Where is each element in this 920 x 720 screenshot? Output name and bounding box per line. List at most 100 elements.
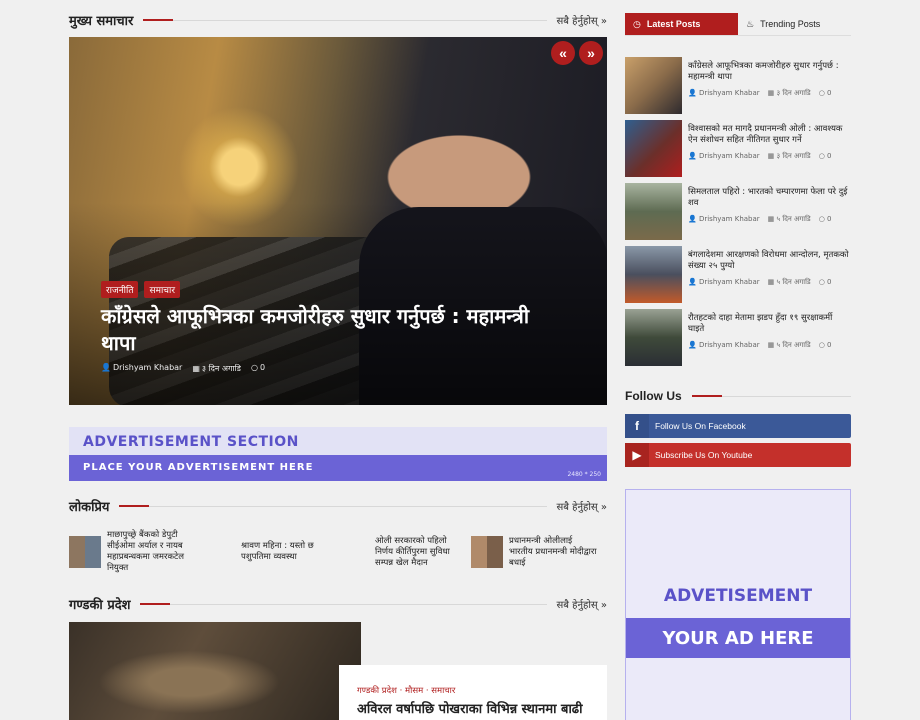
gandaki-categories[interactable]: गण्डकी प्रदेश · मौसम · समाचार	[357, 685, 589, 696]
popular-title: लोकप्रिय	[69, 500, 110, 515]
clock-icon: ◷	[633, 18, 641, 29]
tab-trending-posts[interactable]: ♨ Trending Posts	[738, 13, 851, 35]
calendar-icon: ▦	[767, 278, 775, 286]
popular-thumbnail[interactable]	[471, 536, 503, 568]
list-item[interactable]: विश्वासको मत मागदै प्रधानमन्त्री ओली : आ…	[625, 120, 851, 182]
chevron-right-icon: »	[600, 600, 607, 611]
calendar-icon: ▦	[767, 341, 775, 349]
ad-banner-title: ADVERTISEMENT SECTION	[69, 427, 607, 455]
main-news-view-all-link[interactable]: सबै हेर्नुहोस् »	[557, 13, 607, 27]
list-item[interactable]: बंगलादेशमा आरक्षणको विरोधमा आन्दोलन, मृत…	[625, 246, 851, 308]
comment-icon: ○	[250, 363, 258, 372]
calendar-icon: ▦	[767, 152, 775, 160]
user-icon: 👤	[688, 278, 697, 286]
post-thumbnail[interactable]	[625, 309, 682, 366]
section-divider	[691, 394, 851, 397]
latest-posts-list: काँग्रेसले आफूभित्रका कमजोरीहरु सुधार गर…	[625, 57, 851, 372]
hero-slider[interactable]: « » राजनीति समाचार काँग्रेसले आफूभित्रका…	[69, 37, 607, 405]
post-title[interactable]: विश्वासको मत मागदै प्रधानमन्त्री ओली : आ…	[688, 124, 851, 146]
comments-meta[interactable]: ○ 0	[251, 363, 265, 374]
popular-item[interactable]: प्रधानमन्त्री ओलीलाई भारतीय प्रधानमन्त्र…	[471, 522, 605, 582]
gandaki-header: गण्डकी प्रदेश सबै हेर्नुहोस् »	[69, 594, 607, 614]
sidebar-advertisement[interactable]: ADVETISEMENT YOUR AD HERE	[625, 489, 851, 720]
popular-view-all-link[interactable]: सबै हेर्नुहोस् »	[557, 499, 607, 513]
post-meta: 👤 Drishyam Khabar ▦ ५ दिन अगाडि ○ 0	[688, 278, 832, 286]
youtube-subscribe-button[interactable]: ▶ Subscribe Us On Youtube	[625, 443, 851, 467]
user-icon: 👤	[101, 363, 111, 372]
main-news-header: मुख्य समाचार सबै हेर्नुहोस् »	[69, 10, 607, 30]
section-divider	[143, 18, 547, 21]
user-icon: 👤	[688, 89, 697, 97]
popular-item[interactable]: माछापुच्छ्रे बैंकको डेपुटी सीईओमा अर्याल…	[69, 522, 203, 582]
ad-banner-size: 2480 * 250	[567, 471, 601, 478]
post-thumbnail[interactable]	[625, 120, 682, 177]
category-tag-news[interactable]: समाचार	[144, 281, 181, 298]
advertisement-banner[interactable]: ADVERTISEMENT SECTION PLACE YOUR ADVERTI…	[69, 427, 607, 481]
list-item[interactable]: काँग्रेसले आफूभित्रका कमजोरीहरु सुधार गर…	[625, 57, 851, 119]
follow-us-title: Follow Us	[625, 389, 682, 403]
popular-item[interactable]: श्रावण महिना : यस्तो छ पशुपतिमा व्यवस्था	[203, 522, 337, 582]
date-meta: ▦ ३ दिन अगाडि	[192, 364, 241, 373]
slider-prev-button[interactable]: «	[551, 41, 575, 65]
popular-thumbnail[interactable]	[69, 536, 101, 568]
gandaki-feature-card[interactable]: गण्डकी प्रदेश · मौसम · समाचार अविरल वर्ष…	[339, 665, 607, 720]
hero-categories: राजनीति समाचार	[101, 281, 181, 298]
popular-item-title[interactable]: ओली सरकारको पहिलो निर्णय कीर्तिपुरमा सुव…	[375, 536, 463, 569]
fire-icon: ♨	[746, 18, 755, 29]
popular-item-title[interactable]: प्रधानमन्त्री ओलीलाई भारतीय प्रधानमन्त्र…	[509, 536, 597, 569]
hero-headline[interactable]: काँग्रेसले आफूभित्रका कमजोरीहरु सुधार गर…	[101, 303, 541, 357]
ad-banner-subtitle: PLACE YOUR ADVERTISEMENT HERE 2480 * 250	[69, 455, 607, 481]
post-title[interactable]: बंगलादेशमा आरक्षणको विरोधमा आन्दोलन, मृत…	[688, 250, 851, 272]
popular-header: लोकप्रिय सबै हेर्नुहोस् »	[69, 496, 607, 516]
chevron-right-icon: »	[600, 502, 607, 513]
calendar-icon: ▦	[767, 89, 775, 97]
youtube-icon: ▶	[625, 443, 649, 467]
post-title[interactable]: काँग्रेसले आफूभित्रका कमजोरीहरु सुधार गर…	[688, 61, 851, 83]
comment-icon: ○	[818, 278, 825, 286]
comment-icon: ○	[818, 341, 825, 349]
popular-item-title[interactable]: श्रावण महिना : यस्तो छ पशुपतिमा व्यवस्था	[241, 541, 329, 563]
chevron-right-icon: »	[600, 16, 607, 27]
post-meta: 👤 Drishyam Khabar ▦ ५ दिन अगाडि ○ 0	[688, 215, 832, 223]
hero-meta: 👤 Drishyam Khabar ▦ ३ दिन अगाडि ○ 0	[101, 363, 265, 374]
comment-icon: ○	[818, 215, 825, 223]
follow-us-header: Follow Us	[625, 386, 851, 406]
user-icon: 👤	[688, 341, 697, 349]
gandaki-title: गण्डकी प्रदेश	[69, 598, 131, 613]
user-icon: 👤	[688, 215, 697, 223]
post-thumbnail[interactable]	[625, 183, 682, 240]
tab-latest-posts[interactable]: ◷ Latest Posts	[625, 13, 738, 35]
post-meta: 👤 Drishyam Khabar ▦ ३ दिन अगाडि ○ 0	[688, 152, 832, 160]
post-meta: 👤 Drishyam Khabar ▦ ३ दिन अगाडि ○ 0	[688, 89, 832, 97]
slider-arrows: « »	[551, 41, 603, 65]
slider-next-button[interactable]: »	[579, 41, 603, 65]
facebook-follow-button[interactable]: f Follow Us On Facebook	[625, 414, 851, 438]
section-divider	[119, 504, 547, 507]
gandaki-feature-image[interactable]	[69, 622, 361, 720]
post-thumbnail[interactable]	[625, 246, 682, 303]
sidebar-tabs: ◷ Latest Posts ♨ Trending Posts	[625, 13, 851, 36]
author-meta[interactable]: 👤 Drishyam Khabar	[101, 363, 182, 374]
popular-item-title[interactable]: माछापुच्छ्रे बैंकको डेपुटी सीईओमा अर्याल…	[107, 530, 195, 574]
gandaki-view-all-link[interactable]: सबै हेर्नुहोस् »	[557, 597, 607, 611]
main-news-title: मुख्य समाचार	[69, 14, 134, 29]
popular-item[interactable]: ओली सरकारको पहिलो निर्णय कीर्तिपुरमा सुव…	[337, 522, 471, 582]
post-thumbnail[interactable]	[625, 57, 682, 114]
comment-icon: ○	[818, 152, 825, 160]
post-title[interactable]: सिमलताल पहिरो : भारतको चम्पारणमा फेला पर…	[688, 187, 851, 209]
popular-list: माछापुच्छ्रे बैंकको डेपुटी सीईओमा अर्याल…	[69, 522, 607, 582]
calendar-icon: ▦	[192, 364, 200, 373]
post-meta: 👤 Drishyam Khabar ▦ ५ दिन अगाडि ○ 0	[688, 341, 832, 349]
post-title[interactable]: रौतहटको दाहा मेतामा झडप हुँदा १९ सुरक्षा…	[688, 313, 851, 335]
list-item[interactable]: रौतहटको दाहा मेतामा झडप हुँदा १९ सुरक्षा…	[625, 309, 851, 371]
section-divider	[140, 602, 547, 605]
gandaki-headline[interactable]: अविरल वर्षापछि पोखराका विभिन्न स्थानमा ब…	[357, 702, 589, 718]
category-tag-politics[interactable]: राजनीति	[101, 281, 139, 298]
list-item[interactable]: सिमलताल पहिरो : भारतको चम्पारणमा फेला पर…	[625, 183, 851, 245]
user-icon: 👤	[688, 152, 697, 160]
comment-icon: ○	[818, 89, 825, 97]
sidebar-ad-line1: ADVETISEMENT	[663, 586, 813, 606]
facebook-icon: f	[625, 414, 649, 438]
calendar-icon: ▦	[767, 215, 775, 223]
sidebar-ad-line2: YOUR AD HERE	[626, 618, 850, 658]
